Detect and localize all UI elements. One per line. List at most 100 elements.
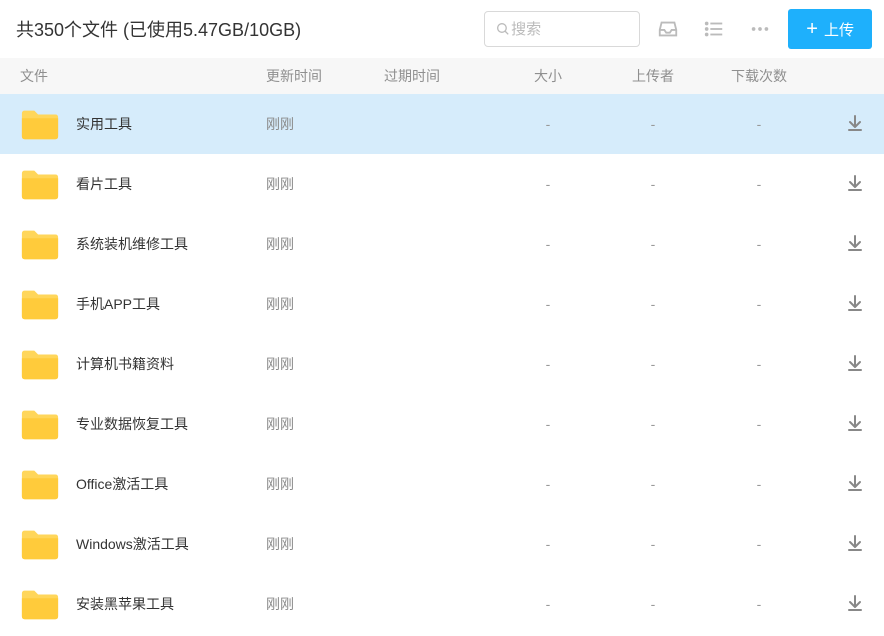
file-name: 手机APP工具 — [76, 294, 160, 314]
download-icon — [846, 354, 864, 372]
cell-downloads: - — [706, 416, 812, 432]
list-icon — [703, 18, 725, 40]
storage-info: 共350个文件 (已使用5.47GB/10GB) — [16, 16, 474, 42]
download-button[interactable] — [846, 174, 864, 192]
col-uploader[interactable]: 上传者 — [600, 66, 706, 86]
file-name: 专业数据恢复工具 — [76, 414, 188, 434]
download-icon — [846, 294, 864, 312]
upload-label: 上传 — [824, 19, 854, 40]
cell-uploader: - — [600, 596, 706, 612]
download-icon — [846, 594, 864, 612]
table-row[interactable]: 看片工具刚刚--- — [0, 154, 884, 214]
download-icon — [846, 174, 864, 192]
cell-updated: 刚刚 — [266, 414, 384, 434]
cell-updated: 刚刚 — [266, 474, 384, 494]
table-row[interactable]: 系统装机维修工具刚刚--- — [0, 214, 884, 274]
inbox-icon — [657, 18, 679, 40]
file-name: 计算机书籍资料 — [76, 354, 174, 374]
col-expired[interactable]: 过期时间 — [384, 66, 496, 86]
download-icon — [846, 474, 864, 492]
cell-updated: 刚刚 — [266, 294, 384, 314]
cell-updated: 刚刚 — [266, 594, 384, 614]
table-row[interactable]: 手机APP工具刚刚--- — [0, 274, 884, 334]
search-icon — [495, 20, 511, 38]
table-row[interactable]: 计算机书籍资料刚刚--- — [0, 334, 884, 394]
inbox-button[interactable] — [650, 11, 686, 47]
cell-updated: 刚刚 — [266, 534, 384, 554]
cell-downloads: - — [706, 356, 812, 372]
search-input[interactable] — [511, 21, 629, 38]
search-box[interactable] — [484, 11, 640, 47]
folder-icon — [20, 467, 60, 501]
col-updated[interactable]: 更新时间 — [266, 66, 384, 86]
cell-size: - — [496, 596, 600, 612]
cell-uploader: - — [600, 536, 706, 552]
plus-icon: + — [806, 19, 818, 39]
folder-icon — [20, 347, 60, 381]
cell-size: - — [496, 116, 600, 132]
download-button[interactable] — [846, 354, 864, 372]
col-downloads[interactable]: 下载次数 — [706, 66, 812, 86]
cell-uploader: - — [600, 296, 706, 312]
cell-uploader: - — [600, 236, 706, 252]
file-list: 实用工具刚刚---看片工具刚刚---系统装机维修工具刚刚---手机APP工具刚刚… — [0, 94, 884, 634]
download-button[interactable] — [846, 294, 864, 312]
download-button[interactable] — [846, 474, 864, 492]
folder-icon — [20, 287, 60, 321]
cell-size: - — [496, 236, 600, 252]
cell-uploader: - — [600, 416, 706, 432]
folder-icon — [20, 227, 60, 261]
cell-downloads: - — [706, 596, 812, 612]
cell-downloads: - — [706, 176, 812, 192]
cell-downloads: - — [706, 236, 812, 252]
cell-uploader: - — [600, 116, 706, 132]
table-row[interactable]: 安装黑苹果工具刚刚--- — [0, 574, 884, 634]
download-button[interactable] — [846, 114, 864, 132]
cell-uploader: - — [600, 176, 706, 192]
col-size[interactable]: 大小 — [496, 66, 600, 86]
more-button[interactable] — [742, 11, 778, 47]
file-name: 看片工具 — [76, 174, 132, 194]
cell-downloads: - — [706, 536, 812, 552]
folder-icon — [20, 107, 60, 141]
download-icon — [846, 114, 864, 132]
download-icon — [846, 234, 864, 252]
list-view-button[interactable] — [696, 11, 732, 47]
download-button[interactable] — [846, 534, 864, 552]
cell-uploader: - — [600, 476, 706, 492]
cell-size: - — [496, 296, 600, 312]
column-header: 文件 更新时间 过期时间 大小 上传者 下载次数 — [0, 58, 884, 94]
upload-button[interactable]: + 上传 — [788, 9, 872, 49]
cell-updated: 刚刚 — [266, 174, 384, 194]
more-icon — [749, 18, 771, 40]
table-row[interactable]: Windows激活工具刚刚--- — [0, 514, 884, 574]
download-button[interactable] — [846, 234, 864, 252]
download-button[interactable] — [846, 594, 864, 612]
download-button[interactable] — [846, 414, 864, 432]
table-row[interactable]: 专业数据恢复工具刚刚--- — [0, 394, 884, 454]
cell-updated: 刚刚 — [266, 234, 384, 254]
cell-updated: 刚刚 — [266, 354, 384, 374]
file-name: Windows激活工具 — [76, 534, 189, 554]
table-row[interactable]: 实用工具刚刚--- — [0, 94, 884, 154]
file-name: Office激活工具 — [76, 474, 168, 494]
cell-uploader: - — [600, 356, 706, 372]
cell-downloads: - — [706, 116, 812, 132]
cell-size: - — [496, 536, 600, 552]
cell-size: - — [496, 416, 600, 432]
folder-icon — [20, 167, 60, 201]
folder-icon — [20, 527, 60, 561]
cell-downloads: - — [706, 296, 812, 312]
cell-size: - — [496, 356, 600, 372]
cell-updated: 刚刚 — [266, 114, 384, 134]
table-row[interactable]: Office激活工具刚刚--- — [0, 454, 884, 514]
top-bar: 共350个文件 (已使用5.47GB/10GB) + 上传 — [0, 0, 884, 58]
folder-icon — [20, 587, 60, 621]
cell-downloads: - — [706, 476, 812, 492]
col-file[interactable]: 文件 — [20, 66, 266, 86]
folder-icon — [20, 407, 60, 441]
download-icon — [846, 534, 864, 552]
download-icon — [846, 414, 864, 432]
file-name: 系统装机维修工具 — [76, 234, 188, 254]
cell-size: - — [496, 476, 600, 492]
